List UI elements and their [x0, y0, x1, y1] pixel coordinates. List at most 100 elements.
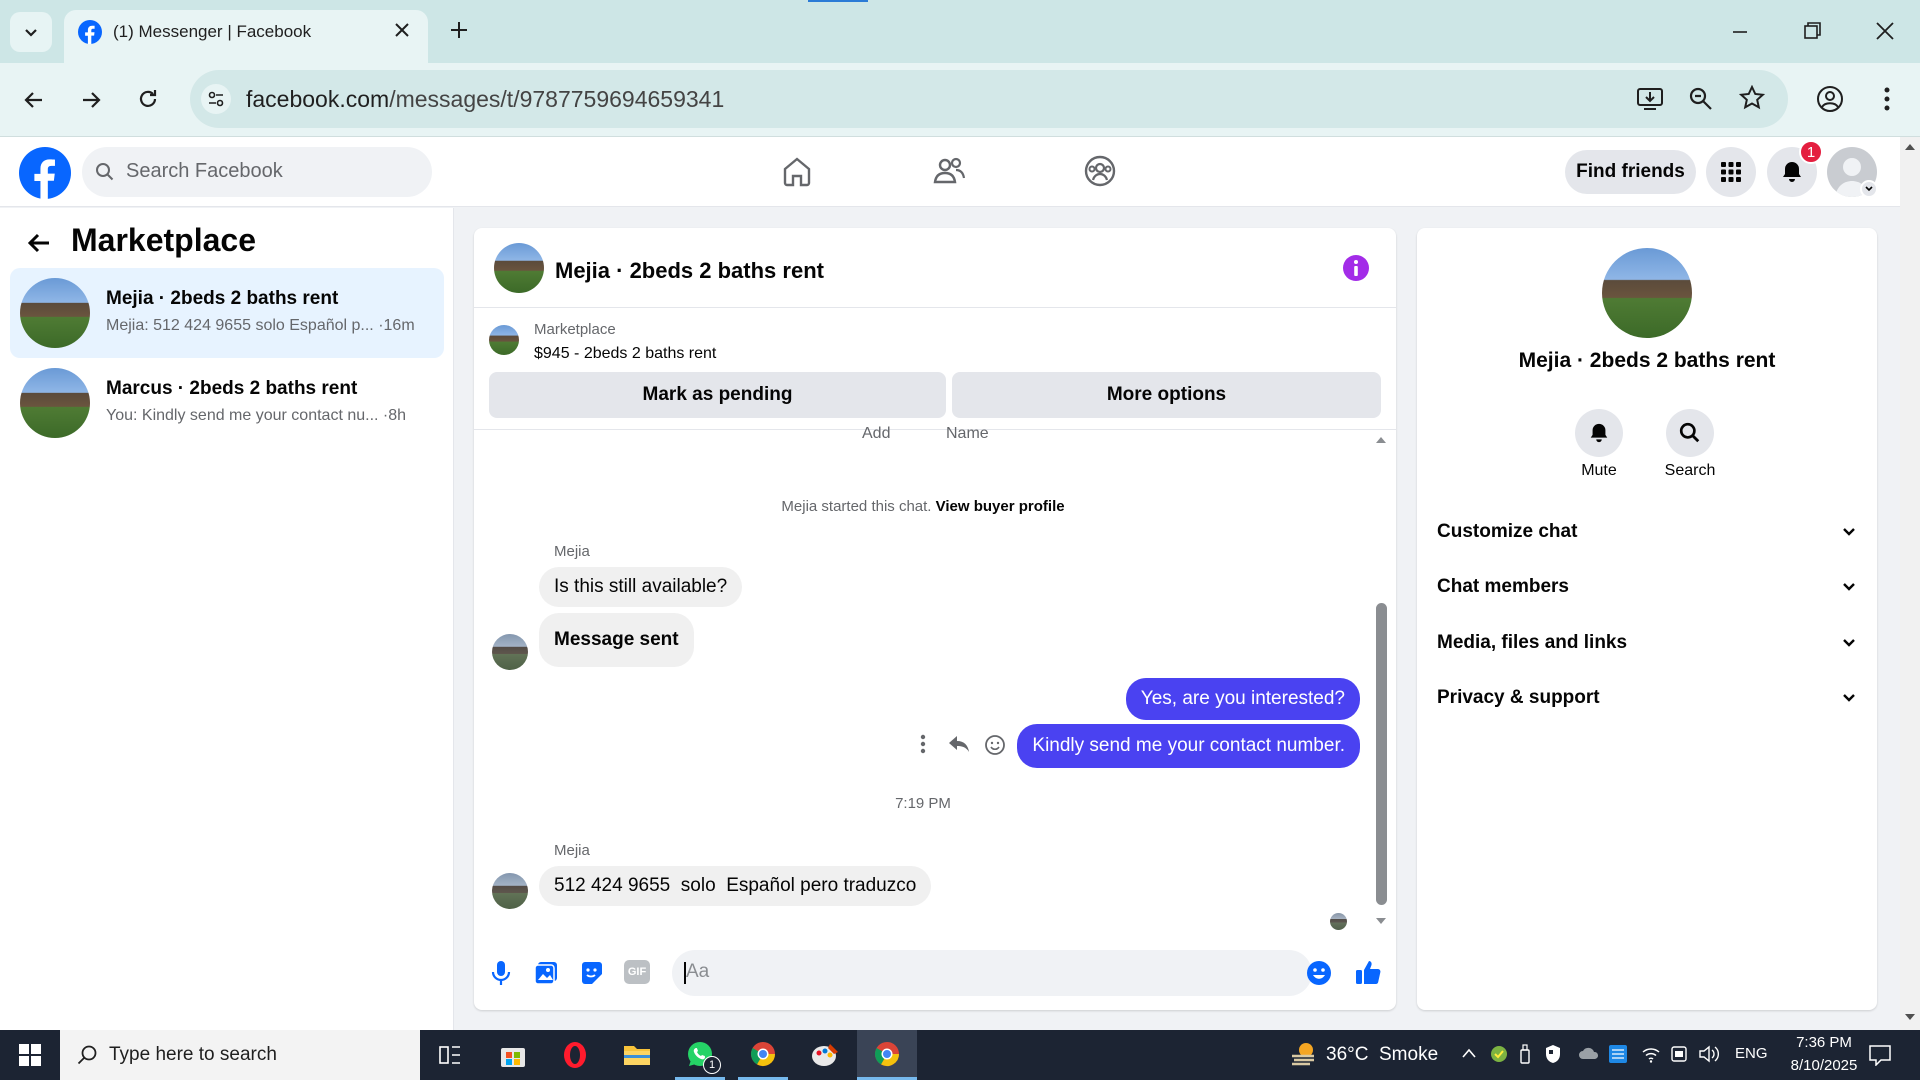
chat-avatar[interactable]: [494, 243, 544, 293]
divider: [474, 307, 1396, 308]
loading-indicator: [808, 0, 868, 2]
windows-logo-icon: [19, 1044, 41, 1066]
chat-scroll-thumb[interactable]: [1376, 603, 1387, 905]
search-label: Search: [1664, 462, 1716, 479]
groups-icon[interactable]: [1083, 154, 1117, 188]
tray-app-icon[interactable]: [1490, 1045, 1508, 1063]
chat-title[interactable]: Mejia · 2beds 2 baths rent: [555, 258, 824, 284]
listing-thumbnail: [20, 278, 90, 348]
view-buyer-profile-link[interactable]: View buyer profile: [936, 498, 1065, 515]
scroll-down-icon[interactable]: [1904, 1013, 1916, 1021]
opera-icon[interactable]: [550, 1030, 600, 1080]
message-more-icon[interactable]: [918, 733, 928, 755]
tab-search-button[interactable]: [10, 12, 52, 52]
info-icon[interactable]: [1343, 255, 1369, 281]
usb-icon[interactable]: [1518, 1044, 1532, 1064]
start-button[interactable]: [5, 1030, 55, 1080]
chrome-icon[interactable]: [738, 1030, 788, 1080]
forward-icon[interactable]: [79, 88, 103, 112]
chat-scroll-up-icon[interactable]: [1375, 436, 1387, 444]
message-input[interactable]: [672, 950, 1312, 996]
message-bubble[interactable]: 512 424 9655 solo Español pero traduzco: [539, 866, 932, 906]
tab-title: (1) Messenger | Facebook: [113, 22, 312, 41]
weather-text[interactable]: 36°C Smoke: [1326, 1044, 1438, 1066]
search-icon: [95, 162, 115, 182]
divider: [474, 429, 1396, 430]
onedrive-icon[interactable]: [1578, 1046, 1600, 1060]
back-arrow-icon[interactable]: [26, 230, 52, 256]
menu-button[interactable]: [1706, 147, 1756, 197]
mark-as-pending-button[interactable]: Mark as pending: [489, 372, 946, 418]
minimize-icon[interactable]: [1730, 22, 1750, 42]
clock-time[interactable]: 7:36 PM: [1774, 1034, 1874, 1051]
file-explorer-icon[interactable]: [612, 1030, 662, 1080]
conversation-name: Marcus · 2beds 2 baths rent: [106, 378, 358, 399]
section-label: Customize chat: [1437, 521, 1578, 542]
message-placeholder: Aa: [686, 961, 710, 982]
chat-started-notice: Mejia started this chat. View buyer prof…: [781, 498, 1065, 515]
chat-members-section[interactable]: Chat members: [1437, 567, 1857, 607]
message-bubble-sent[interactable]: Kindly send me your contact number.: [1017, 724, 1360, 768]
gif-icon[interactable]: GIF: [624, 960, 650, 984]
site-info-icon[interactable]: [201, 84, 231, 114]
scroll-up-icon[interactable]: [1904, 143, 1916, 151]
mute-button[interactable]: [1575, 409, 1623, 457]
privacy-support-section[interactable]: Privacy & support: [1437, 678, 1857, 718]
conversation-preview: Mejia: 512 424 9655 solo Español p... ·1…: [106, 317, 415, 334]
account-chevron-icon[interactable]: [1860, 180, 1878, 198]
browser-menu-icon[interactable]: [1882, 85, 1892, 113]
like-thumbs-up-icon[interactable]: [1354, 958, 1382, 986]
security-shield-icon[interactable]: [1544, 1044, 1562, 1064]
tray-network-app-icon[interactable]: [1608, 1044, 1628, 1064]
section-label: Media, files and links: [1437, 632, 1628, 653]
message-bubble[interactable]: Is this still available?: [539, 567, 743, 607]
clock-date[interactable]: 8/10/2025: [1774, 1057, 1874, 1074]
sticker-icon[interactable]: [579, 960, 605, 986]
notification-center-icon[interactable]: [1868, 1044, 1892, 1066]
search-in-chat-button[interactable]: [1666, 409, 1714, 457]
friends-icon[interactable]: [932, 154, 966, 188]
reload-icon[interactable]: [136, 87, 160, 111]
photo-attach-icon[interactable]: [533, 960, 559, 986]
bookmark-star-icon[interactable]: [1739, 85, 1765, 111]
find-friends-button[interactable]: Find friends: [1565, 150, 1696, 194]
customize-chat-section[interactable]: Customize chat: [1437, 512, 1857, 552]
message-bubble-sent[interactable]: Yes, are you interested?: [1125, 678, 1360, 720]
listing-price[interactable]: $945 - 2beds 2 baths rent: [534, 345, 716, 363]
close-tab-icon[interactable]: [393, 21, 411, 39]
show-hidden-icons-icon[interactable]: [1461, 1047, 1477, 1059]
home-icon[interactable]: [780, 154, 814, 188]
chat-scroll-down-icon[interactable]: [1375, 917, 1387, 925]
battery-icon[interactable]: [1670, 1044, 1688, 1064]
task-view-icon[interactable]: [425, 1030, 475, 1080]
new-tab-icon[interactable]: [448, 19, 470, 41]
facebook-logo-icon[interactable]: [19, 147, 71, 199]
sender-name: Mejia: [554, 842, 590, 859]
paint-icon[interactable]: [800, 1030, 850, 1080]
language-indicator[interactable]: ENG: [1735, 1045, 1768, 1062]
message-bubble[interactable]: Message sent: [539, 613, 694, 667]
sender-avatar: [492, 634, 528, 670]
react-icon[interactable]: [984, 734, 1006, 756]
page-scrollbar[interactable]: [1900, 137, 1920, 1030]
reply-icon[interactable]: [948, 734, 970, 754]
weather-smoke-icon[interactable]: [1290, 1040, 1318, 1068]
restore-icon[interactable]: [1802, 21, 1822, 41]
install-app-icon[interactable]: [1636, 86, 1664, 112]
microphone-icon[interactable]: [490, 960, 512, 986]
whatsapp-icon[interactable]: [675, 1030, 725, 1080]
media-files-links-section[interactable]: Media, files and links: [1437, 623, 1857, 663]
back-icon[interactable]: [22, 88, 46, 112]
chat-profile-photo[interactable]: [1602, 248, 1692, 338]
microsoft-store-icon[interactable]: [488, 1030, 538, 1080]
zoom-icon[interactable]: [1688, 86, 1714, 112]
volume-icon[interactable]: [1698, 1044, 1720, 1064]
emoji-icon[interactable]: [1306, 960, 1332, 986]
close-window-icon[interactable]: [1875, 21, 1895, 41]
profile-icon[interactable]: [1816, 85, 1844, 113]
wifi-icon[interactable]: [1641, 1045, 1661, 1063]
marketplace-title: Marketplace: [71, 222, 256, 258]
more-options-button[interactable]: More options: [952, 372, 1381, 418]
chrome-active-window-icon[interactable]: [857, 1030, 917, 1080]
section-label: Privacy & support: [1437, 687, 1600, 708]
